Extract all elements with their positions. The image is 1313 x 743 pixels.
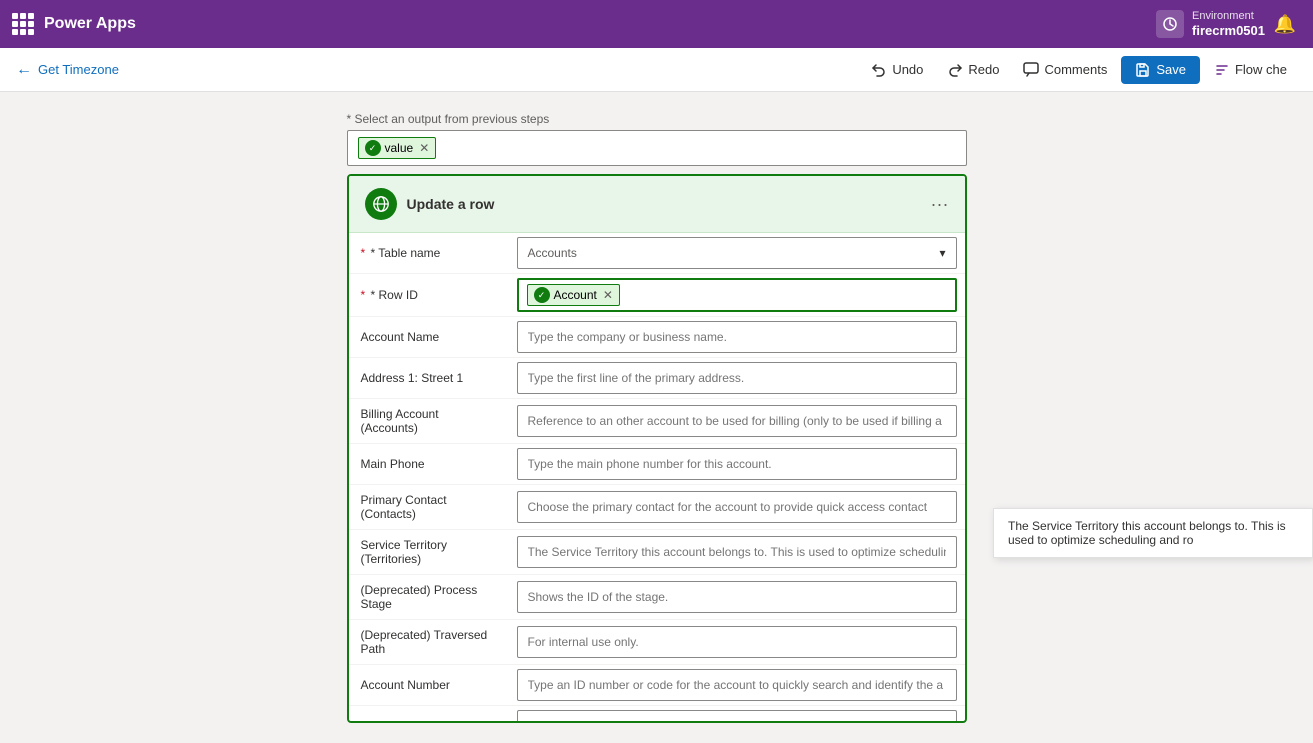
back-label: Get Timezone bbox=[38, 62, 119, 77]
service-territory-row: Service Territory (Territories) bbox=[349, 530, 965, 575]
value-chip[interactable]: ✓ value ✕ bbox=[358, 137, 437, 159]
comments-icon bbox=[1023, 62, 1039, 78]
account-rating-input-area: Select a rating to indicate the value of… bbox=[509, 706, 965, 723]
redo-button[interactable]: Redo bbox=[937, 56, 1009, 84]
service-territory-label: Service Territory (Territories) bbox=[349, 530, 509, 574]
deprecated-process-label: (Deprecated) Process Stage bbox=[349, 575, 509, 619]
table-name-chevron: ▾ bbox=[939, 246, 945, 260]
undo-button[interactable]: Undo bbox=[861, 56, 933, 84]
account-chip-label: Account bbox=[554, 288, 597, 302]
account-rating-select[interactable]: Select a rating to indicate the value of… bbox=[517, 710, 957, 723]
flow-icon bbox=[1214, 62, 1230, 78]
deprecated-process-row: (Deprecated) Process Stage bbox=[349, 575, 965, 620]
value-chip-label: value bbox=[385, 141, 414, 155]
environment-text: Environment firecrm0501 bbox=[1192, 10, 1265, 39]
primary-contact-label: Primary Contact (Contacts) bbox=[349, 485, 509, 529]
main-phone-input[interactable] bbox=[517, 448, 957, 480]
update-row-card: Update a row ··· * * Table name Accounts… bbox=[347, 174, 967, 723]
billing-account-label: Billing Account (Accounts) bbox=[349, 399, 509, 443]
account-rating-placeholder: Select a rating to indicate the value of… bbox=[528, 719, 850, 723]
card-header-icon bbox=[365, 188, 397, 220]
account-chip-icon: ✓ bbox=[534, 287, 550, 303]
main-phone-row: Main Phone bbox=[349, 444, 965, 485]
value-chip-close[interactable]: ✕ bbox=[419, 141, 429, 155]
account-name-row: Account Name bbox=[349, 317, 965, 358]
primary-contact-input[interactable] bbox=[517, 491, 957, 523]
main-phone-input-area bbox=[509, 444, 965, 484]
toolbar: ← Get Timezone Undo Redo Comments Save F… bbox=[0, 48, 1313, 92]
topbar: Power Apps Environment firecrm0501 🔔 bbox=[0, 0, 1313, 48]
apps-icon[interactable] bbox=[12, 13, 34, 35]
service-territory-tooltip: The Service Territory this account belon… bbox=[993, 508, 1313, 558]
environment-info: Environment firecrm0501 bbox=[1156, 10, 1265, 39]
app-title: Power Apps bbox=[44, 15, 136, 33]
address-street-input-area bbox=[509, 358, 965, 398]
environment-name: firecrm0501 bbox=[1192, 23, 1265, 39]
redo-icon bbox=[947, 62, 963, 78]
save-icon bbox=[1135, 62, 1151, 78]
card-header: Update a row ··· bbox=[349, 176, 965, 233]
table-name-input-area: Accounts ▾ bbox=[509, 233, 965, 273]
environment-label: Environment bbox=[1192, 10, 1265, 23]
account-rating-row: Account Rating Select a rating to indica… bbox=[349, 706, 965, 723]
card-title: Update a row bbox=[407, 196, 921, 212]
primary-contact-row: Primary Contact (Contacts) bbox=[349, 485, 965, 530]
value-chip-icon: ✓ bbox=[365, 140, 381, 156]
account-number-input-area bbox=[509, 665, 965, 705]
billing-account-input[interactable] bbox=[517, 405, 957, 437]
deprecated-traversed-input[interactable] bbox=[517, 626, 957, 658]
service-territory-input-area bbox=[509, 532, 965, 572]
topbar-right: Environment firecrm0501 🔔 bbox=[1156, 8, 1301, 40]
output-select-label: * Select an output from previous steps bbox=[347, 112, 967, 126]
account-name-label: Account Name bbox=[349, 322, 509, 352]
output-select-input[interactable]: ✓ value ✕ bbox=[347, 130, 967, 166]
table-name-row: * * Table name Accounts ▾ bbox=[349, 233, 965, 274]
row-id-row: * * Row ID ✓ Account ✕ bbox=[349, 274, 965, 317]
account-rating-chevron: ▾ bbox=[939, 719, 945, 723]
address-street-row: Address 1: Street 1 bbox=[349, 358, 965, 399]
account-name-input[interactable] bbox=[517, 321, 957, 353]
form-body: * * Table name Accounts ▾ * * Row ID bbox=[349, 233, 965, 723]
notifications-bell[interactable]: 🔔 bbox=[1269, 8, 1301, 40]
account-rating-label: Account Rating bbox=[349, 711, 509, 723]
account-chip-close[interactable]: ✕ bbox=[603, 288, 613, 302]
undo-icon bbox=[871, 62, 887, 78]
account-number-input[interactable] bbox=[517, 669, 957, 701]
table-name-select[interactable]: Accounts ▾ bbox=[517, 237, 957, 269]
table-name-label: * * Table name bbox=[349, 238, 509, 268]
deprecated-traversed-input-area bbox=[509, 622, 965, 662]
row-id-label: * * Row ID bbox=[349, 280, 509, 310]
address-street-label: Address 1: Street 1 bbox=[349, 363, 509, 393]
save-button[interactable]: Save bbox=[1121, 56, 1200, 84]
billing-account-row: Billing Account (Accounts) bbox=[349, 399, 965, 444]
main-phone-label: Main Phone bbox=[349, 449, 509, 479]
account-number-row: Account Number bbox=[349, 665, 965, 706]
comments-button[interactable]: Comments bbox=[1013, 56, 1117, 84]
account-chip[interactable]: ✓ Account ✕ bbox=[527, 284, 620, 306]
row-id-chip-input[interactable]: ✓ Account ✕ bbox=[517, 278, 957, 312]
deprecated-process-input[interactable] bbox=[517, 581, 957, 613]
back-button[interactable]: ← Get Timezone bbox=[16, 61, 119, 79]
tooltip-text: The Service Territory this account belon… bbox=[1008, 519, 1286, 547]
dataverse-icon bbox=[372, 195, 390, 213]
flow-checker-button[interactable]: Flow che bbox=[1204, 56, 1297, 84]
address-street-input[interactable] bbox=[517, 362, 957, 394]
table-name-value: Accounts bbox=[528, 246, 577, 260]
deprecated-process-input-area bbox=[509, 577, 965, 617]
main-content: * Select an output from previous steps ✓… bbox=[0, 92, 1313, 743]
row-id-input-area: ✓ Account ✕ bbox=[509, 274, 965, 316]
back-arrow-icon: ← bbox=[16, 61, 32, 79]
account-number-label: Account Number bbox=[349, 670, 509, 700]
toolbar-actions: Undo Redo Comments Save Flow che bbox=[861, 56, 1297, 84]
output-select-row: * Select an output from previous steps ✓… bbox=[347, 112, 967, 166]
deprecated-traversed-row: (Deprecated) Traversed Path bbox=[349, 620, 965, 665]
primary-contact-input-area bbox=[509, 487, 965, 527]
account-name-input-area bbox=[509, 317, 965, 357]
card-menu-button[interactable]: ··· bbox=[931, 194, 949, 215]
environment-icon bbox=[1156, 10, 1184, 38]
billing-account-input-area bbox=[509, 401, 965, 441]
deprecated-traversed-label: (Deprecated) Traversed Path bbox=[349, 620, 509, 664]
service-territory-input[interactable] bbox=[517, 536, 957, 568]
